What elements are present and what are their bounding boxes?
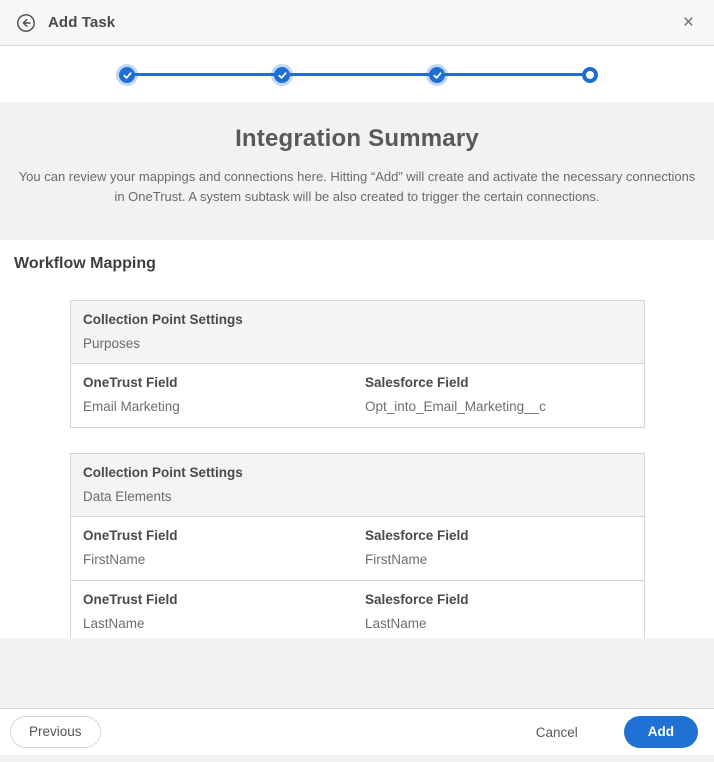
- onetrust-field-value: FirstName: [83, 552, 146, 567]
- salesforce-field-cell: Salesforce Field LastName: [365, 592, 632, 631]
- progress-stepper: [0, 46, 714, 102]
- onetrust-field-cell: OneTrust Field FirstName: [83, 528, 365, 567]
- card-header-subtitle: Purposes: [83, 336, 141, 351]
- check-icon: [432, 71, 442, 79]
- integration-summary-section: Integration Summary You can review your …: [0, 102, 714, 240]
- card-header: Collection Point Settings Data Elements: [71, 454, 644, 517]
- salesforce-field-label: Salesforce Field: [365, 528, 469, 543]
- card-header: Collection Point Settings Purposes: [71, 301, 644, 364]
- salesforce-field-label: Salesforce Field: [365, 592, 469, 607]
- card-header-subtitle: Data Elements: [83, 489, 172, 504]
- salesforce-field-cell: Salesforce Field Opt_into_Email_Marketin…: [365, 375, 632, 414]
- workflow-mapping-heading: Workflow Mapping: [14, 255, 156, 272]
- add-button[interactable]: Add: [623, 716, 698, 748]
- page-title: Integration Summary: [235, 125, 479, 152]
- cancel-button[interactable]: Cancel: [536, 725, 578, 740]
- close-icon[interactable]: ×: [679, 11, 698, 34]
- stepper-step-3-complete[interactable]: [429, 67, 445, 83]
- stepper-step-4-current[interactable]: [582, 67, 598, 83]
- dialog-title: Add Task: [48, 14, 116, 31]
- card-header-title: Collection Point Settings: [83, 312, 243, 327]
- dialog-footer: Previous Cancel Add: [0, 709, 714, 755]
- previous-button[interactable]: Previous: [10, 716, 101, 748]
- check-icon: [277, 71, 287, 79]
- stepper-step-1-complete[interactable]: [119, 67, 135, 83]
- onetrust-field-label: OneTrust Field: [83, 528, 178, 543]
- onetrust-field-value: Email Marketing: [83, 399, 180, 414]
- footer-right-actions: Cancel Add: [536, 716, 698, 748]
- onetrust-field-label: OneTrust Field: [83, 592, 178, 607]
- salesforce-field-label: Salesforce Field: [365, 375, 469, 390]
- onetrust-field-label: OneTrust Field: [83, 375, 178, 390]
- mapping-card-purposes: Collection Point Settings Purposes OneTr…: [70, 300, 645, 428]
- salesforce-field-value: FirstName: [365, 552, 428, 567]
- mapping-card-data-elements: Collection Point Settings Data Elements …: [70, 453, 645, 638]
- footer-spacer: [0, 638, 714, 709]
- mapping-cards: Collection Point Settings Purposes OneTr…: [70, 300, 645, 638]
- card-header-title: Collection Point Settings: [83, 465, 243, 480]
- onetrust-field-cell: OneTrust Field Email Marketing: [83, 375, 365, 414]
- salesforce-field-value: Opt_into_Email_Marketing__c: [365, 399, 546, 414]
- mapping-row: OneTrust Field FirstName Salesforce Fiel…: [71, 517, 644, 580]
- page-background-strip: [0, 755, 714, 762]
- dialog-header: Add Task ×: [0, 0, 714, 46]
- onetrust-field-value: LastName: [83, 616, 145, 631]
- stepper-connector-line: [127, 73, 590, 76]
- add-task-dialog: Add Task × Integration Summary You can r…: [0, 0, 714, 762]
- main-content: Workflow Mapping Collection Point Settin…: [0, 240, 714, 638]
- stepper-step-2-complete[interactable]: [274, 67, 290, 83]
- back-icon[interactable]: [16, 13, 36, 33]
- check-icon: [122, 71, 132, 79]
- salesforce-field-cell: Salesforce Field FirstName: [365, 528, 632, 567]
- mapping-row: OneTrust Field Email Marketing Salesforc…: [71, 364, 644, 427]
- onetrust-field-cell: OneTrust Field LastName: [83, 592, 365, 631]
- mapping-row: OneTrust Field LastName Salesforce Field…: [71, 580, 644, 638]
- summary-description: You can review your mappings and connect…: [18, 169, 696, 205]
- salesforce-field-value: LastName: [365, 616, 427, 631]
